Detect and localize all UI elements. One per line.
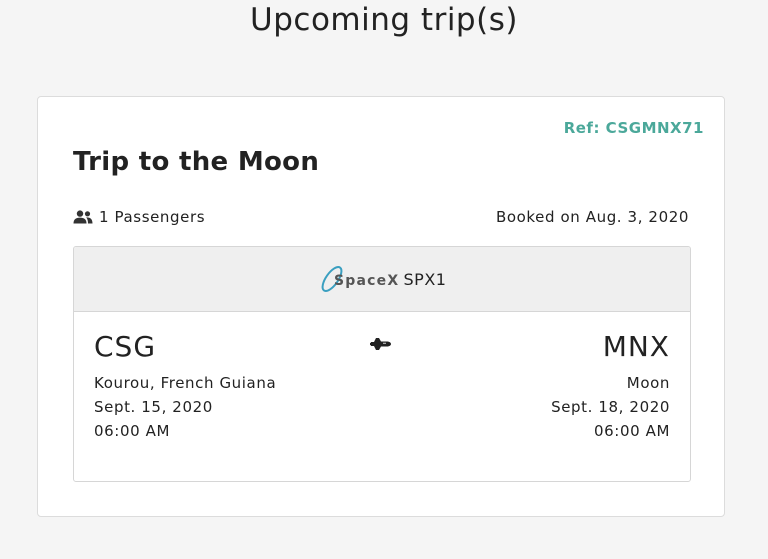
svg-text:SpaceX: SpaceX [334,273,399,289]
booked-date: Booked on Aug. 3, 2020 [495,208,689,226]
arrival-time: 06:00 AM [594,422,670,440]
page-title: Upcoming trip(s) [250,2,518,38]
spacex-logo: SpaceX [321,266,399,292]
trip-title: Trip to the Moon [73,147,320,177]
arrival: MNX Moon Sept. 18, 2020 06:00 AM [551,331,670,443]
booking-reference: Ref: CSGMNX71 [563,119,704,137]
trip-card: Ref: CSGMNX71 Trip to the Moon 1 Passeng… [37,96,725,517]
arrival-date: Sept. 18, 2020 [551,398,670,416]
flight-code: SPX1 [403,269,447,289]
departure-place: Kourou, French Guiana [94,374,277,392]
departure: CSG Kourou, French Guiana Sept. 15, 2020… [94,331,276,443]
flight-header: SpaceX SPX1 [74,247,690,312]
departure-code: CSG [94,330,157,363]
arrival-code: MNX [602,330,670,363]
departure-date: Sept. 15, 2020 [94,398,213,416]
users-icon [73,210,93,224]
flight-details: SpaceX SPX1 CSG Kourou, French Guiana Se… [73,246,691,482]
space-shuttle-icon [370,338,391,350]
arrival-place: Moon [626,374,670,392]
passengers-count: 1 Passengers [73,208,205,226]
departure-time: 06:00 AM [94,422,170,440]
passengers-label: 1 Passengers [99,208,206,226]
